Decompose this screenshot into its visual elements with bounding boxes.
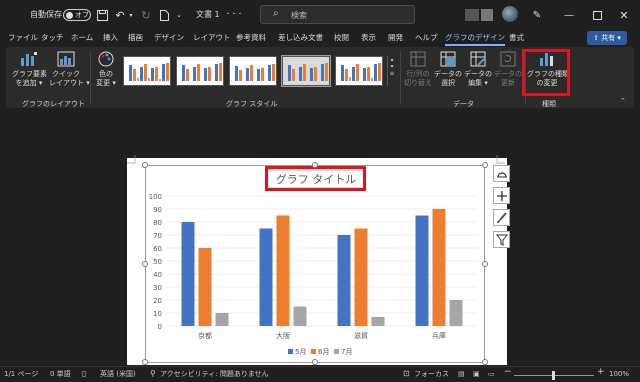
- resize-handle-right[interactable]: [482, 261, 488, 267]
- bar: [198, 248, 212, 326]
- y-tick-label: 40: [153, 271, 162, 279]
- layout-options-button[interactable]: [493, 165, 510, 182]
- accessibility-icon: ⚲: [150, 369, 156, 378]
- resize-handle-bottom[interactable]: [312, 359, 318, 365]
- word-count[interactable]: 0 単語: [50, 370, 71, 379]
- x-tick-label: 滋賀: [354, 331, 368, 340]
- y-tick-label: 100: [149, 193, 162, 201]
- focus-button[interactable]: フォーカス: [414, 370, 449, 379]
- chart-styles-button[interactable]: [493, 209, 510, 226]
- language[interactable]: 英語 (米国): [100, 370, 136, 379]
- bar: [181, 222, 195, 326]
- legend-swatch: [334, 349, 339, 354]
- x-tick-label: 兵庫: [432, 331, 446, 340]
- legend-label: 7月: [341, 348, 352, 356]
- brush-icon: [496, 211, 507, 223]
- y-tick-label: 70: [153, 232, 162, 240]
- resize-handle-top[interactable]: [312, 162, 318, 168]
- chart-filters-button[interactable]: [493, 231, 510, 248]
- legend-label: 5月: [295, 348, 306, 356]
- resize-handle-bottom-left[interactable]: [142, 359, 148, 365]
- y-tick-label: 20: [153, 297, 162, 305]
- y-tick-label: 60: [153, 245, 162, 253]
- bar: [432, 209, 446, 326]
- y-tick-label: 10: [153, 310, 162, 318]
- bar: [293, 306, 307, 326]
- bar: [276, 215, 290, 326]
- legend-swatch: [311, 349, 316, 354]
- resize-handle-top-left[interactable]: [142, 162, 148, 168]
- accessibility-status[interactable]: アクセシビリティ: 問題ありません: [160, 370, 269, 379]
- bar: [215, 313, 229, 326]
- zoom-slider-thumb[interactable]: [552, 371, 555, 380]
- chart-elements-button[interactable]: [493, 187, 510, 204]
- bar: [449, 300, 463, 326]
- web-layout-icon[interactable]: ▭: [488, 370, 495, 379]
- bar: [371, 316, 385, 326]
- bar: [259, 228, 273, 326]
- status-bar: 1/1 ページ 0 単語 ▯ 英語 (米国) ⚲ アクセシビリティ: 問題ありま…: [0, 366, 640, 382]
- bar: [337, 235, 351, 326]
- highlight-chart-title: [265, 166, 366, 191]
- proofing-icon[interactable]: ▯: [82, 369, 86, 378]
- chart-svg: グラフ タイトル0102030405060708090100京都 大阪 滋賀 兵庫5月…: [149, 169, 478, 356]
- plus-icon: [496, 190, 507, 201]
- x-tick-label: 大阪: [276, 331, 290, 340]
- y-tick-label: 90: [153, 206, 162, 214]
- y-tick-label: 50: [153, 258, 162, 266]
- resize-handle-left[interactable]: [142, 261, 148, 267]
- bar: [415, 215, 429, 326]
- x-tick-label: 京都: [198, 331, 212, 340]
- bar: [354, 228, 368, 326]
- y-tick-label: 30: [153, 284, 162, 292]
- y-tick-label: 0: [158, 323, 162, 331]
- read-mode-icon[interactable]: ▤: [458, 370, 465, 379]
- page-count[interactable]: 1/1 ページ: [4, 370, 38, 379]
- filter-icon: [495, 234, 508, 246]
- layout-options-icon: [496, 171, 507, 177]
- resize-handle-top-right[interactable]: [482, 162, 488, 168]
- print-layout-icon[interactable]: ▣: [473, 370, 480, 379]
- legend-label: 6月: [318, 348, 329, 356]
- y-tick-label: 80: [153, 219, 162, 227]
- zoom-out-icon[interactable]: −: [504, 368, 512, 377]
- resize-handle-bottom-right[interactable]: [482, 359, 488, 365]
- zoom-level[interactable]: 100%: [609, 370, 629, 379]
- focus-icon: ⊡: [403, 369, 410, 378]
- chart-object[interactable]: グラフ タイトル 0 10 20 30 40 50 60 70 80 90 100 京都 大阪 滋賀 兵庫 5月…: [145, 165, 485, 363]
- legend-swatch: [288, 349, 293, 354]
- zoom-in-icon[interactable]: +: [597, 368, 605, 377]
